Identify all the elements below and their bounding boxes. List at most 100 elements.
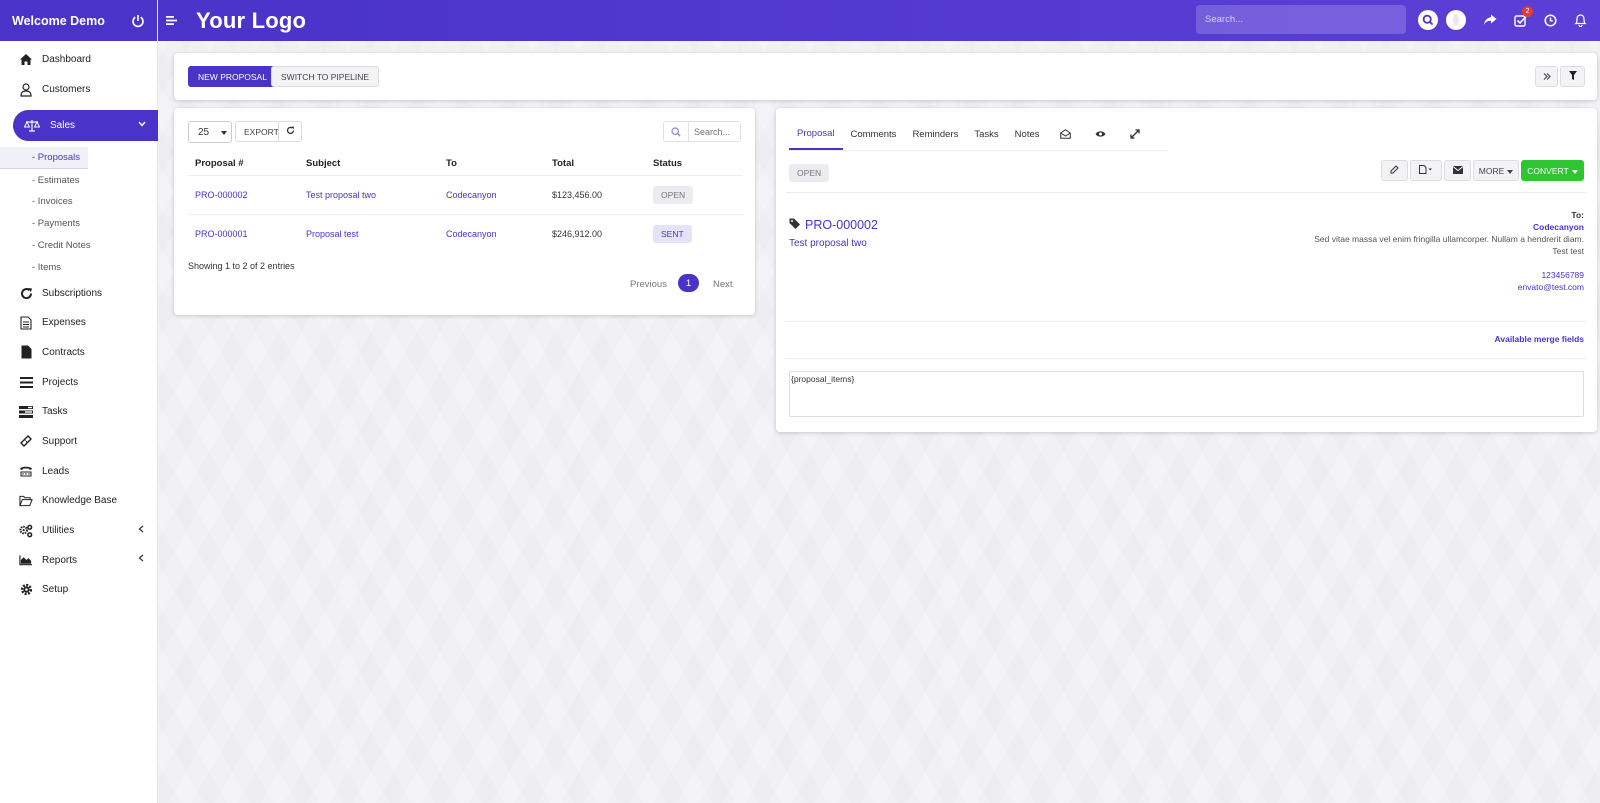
- available-merge-fields-link[interactable]: Available merge fields: [1495, 334, 1584, 344]
- tabs-divider: [789, 150, 1168, 151]
- sidebar-item-subscriptions[interactable]: Subscriptions: [0, 278, 157, 308]
- proposal-status-badge: OPEN: [789, 164, 830, 182]
- proposal-customer-link[interactable]: Codecanyon: [446, 190, 497, 200]
- share-icon[interactable]: [1480, 10, 1500, 30]
- sidebar-item-label: Utilities: [42, 525, 75, 536]
- sidebar-item-expenses[interactable]: Expenses: [0, 308, 157, 338]
- sidebar-subitem-proposals[interactable]: - Proposals: [0, 147, 88, 170]
- more-label: MORE: [1478, 165, 1505, 176]
- pagination-previous[interactable]: Previous: [630, 279, 667, 290]
- tab-comments[interactable]: Comments: [843, 118, 905, 150]
- table-row[interactable]: PRO-000002 Test proposal two Codecanyon …: [188, 174, 743, 214]
- sidebar-item-setup[interactable]: Setup: [0, 575, 157, 605]
- proposal-subject-link[interactable]: Proposal test: [306, 229, 359, 239]
- convert-dropdown-button[interactable]: CONVERT: [1521, 160, 1584, 181]
- caret-down-icon: [221, 127, 227, 138]
- proposals-table: Proposal # Subject To Total Status PRO-0…: [188, 153, 743, 253]
- page-length-value: 25: [198, 126, 210, 138]
- sidebar-subitem-estimates[interactable]: - Estimates: [0, 169, 157, 191]
- status-badge: SENT: [653, 224, 692, 243]
- area-chart-icon: [19, 553, 33, 567]
- send-email-button[interactable]: [1444, 160, 1471, 181]
- menu-toggle-icon[interactable]: [166, 14, 184, 28]
- sidebar-subitem-items[interactable]: - Items: [0, 256, 157, 278]
- sidebar-item-utilities[interactable]: Utilities: [0, 516, 157, 546]
- sidebar-item-label: Customers: [42, 84, 91, 96]
- sidebar-item-reports[interactable]: Reports: [0, 545, 157, 575]
- page-length-select[interactable]: 25: [188, 121, 232, 143]
- tab-notes[interactable]: Notes: [1007, 118, 1048, 150]
- recipient-name[interactable]: Codecanyon: [1314, 222, 1584, 234]
- pagination-next[interactable]: Next: [713, 279, 733, 290]
- tasks-check-icon[interactable]: 2: [1510, 6, 1533, 30]
- filter-button[interactable]: [1560, 66, 1585, 87]
- search-icon[interactable]: [1418, 10, 1438, 30]
- column-header-total[interactable]: Total: [552, 153, 653, 175]
- to-label: To:: [1571, 210, 1584, 220]
- column-header-proposal-number[interactable]: Proposal #: [188, 153, 306, 175]
- power-icon[interactable]: [131, 14, 145, 28]
- balance-scale-icon: [24, 119, 40, 133]
- bell-icon[interactable]: [1570, 10, 1590, 30]
- status-badge: OPEN: [653, 185, 694, 204]
- sidebar-item-label: Expenses: [42, 317, 86, 329]
- recipient-address-line2: Test test: [1552, 245, 1584, 256]
- proposal-recipient: To: Codecanyon Sed vitae massa vel enim …: [1314, 210, 1584, 293]
- tab-proposal[interactable]: Proposal: [789, 118, 843, 150]
- global-search-input[interactable]: [1196, 5, 1406, 34]
- column-header-subject[interactable]: Subject: [306, 153, 446, 175]
- proposal-number-link[interactable]: PRO-000002: [195, 190, 248, 200]
- sidebar-item-projects[interactable]: Projects: [0, 367, 157, 397]
- edit-button[interactable]: [1381, 160, 1408, 181]
- proposal-number: PRO-000002: [805, 218, 878, 232]
- sidebar-item-label: Projects: [42, 376, 79, 388]
- sidebar-item-customers[interactable]: Customers: [0, 75, 157, 105]
- more-dropdown-button[interactable]: MORE: [1473, 160, 1519, 181]
- eye-icon[interactable]: [1083, 118, 1118, 150]
- reload-button[interactable]: [278, 121, 302, 142]
- proposal-subject[interactable]: Test proposal two: [789, 238, 867, 249]
- recipient-phone[interactable]: 123456789: [1314, 270, 1584, 282]
- new-proposal-button[interactable]: NEW PROPOSAL: [188, 66, 277, 87]
- proposal-subject-link[interactable]: Test proposal two: [306, 190, 376, 200]
- logo[interactable]: Your Logo: [196, 8, 306, 34]
- pdf-dropdown-button[interactable]: [1410, 160, 1442, 181]
- column-header-to[interactable]: To: [446, 153, 552, 175]
- sidebar-item-support[interactable]: Support: [0, 427, 157, 457]
- sidebar-item-knowledge-base[interactable]: Knowledge Base: [0, 486, 157, 516]
- pagination-page-1[interactable]: 1: [678, 274, 699, 292]
- section-divider: [786, 358, 1586, 359]
- sidebar-subitem-invoices[interactable]: - Invoices: [0, 191, 157, 213]
- recipient-address: Sed vitae massa vel enim fringilla ullam…: [1314, 233, 1584, 244]
- tab-reminders[interactable]: Reminders: [904, 118, 966, 150]
- switch-to-pipeline-button[interactable]: SWITCH TO PIPELINE: [271, 66, 380, 87]
- sidebar-item-label: Reports: [42, 554, 78, 566]
- avatar[interactable]: [1446, 10, 1466, 30]
- file-text-icon: [19, 316, 33, 330]
- expand-icon[interactable]: [1118, 118, 1152, 150]
- list-search-input[interactable]: [688, 122, 740, 141]
- sidebar-subitem-payments[interactable]: - Payments: [0, 213, 157, 235]
- top-navbar: Your Logo 2: [158, 0, 1600, 41]
- recipient-email[interactable]: envato@test.com: [1314, 282, 1584, 294]
- proposal-content-editor[interactable]: {proposal_items}: [789, 371, 1584, 417]
- table-info-text: Showing 1 to 2 of 2 entries: [188, 261, 295, 271]
- table-row[interactable]: PRO-000001 Proposal test Codecanyon $246…: [188, 213, 743, 253]
- sidebar-subitem-credit-notes[interactable]: - Credit Notes: [0, 235, 157, 257]
- expand-toggle-button[interactable]: [1535, 66, 1558, 87]
- tab-tasks[interactable]: Tasks: [966, 118, 1006, 150]
- sidebar-item-contracts[interactable]: Contracts: [0, 338, 157, 368]
- sidebar-item-tasks[interactable]: Tasks: [0, 397, 157, 427]
- envelope-open-icon[interactable]: [1048, 118, 1083, 150]
- sidebar-item-leads[interactable]: Leads: [0, 456, 157, 486]
- proposal-customer-link[interactable]: Codecanyon: [446, 229, 497, 239]
- convert-label: CONVERT: [1527, 165, 1569, 176]
- sidebar-item-sales[interactable]: Sales: [13, 110, 158, 142]
- proposal-number-link[interactable]: PRO-000001: [195, 229, 248, 239]
- sidebar-item-label: Contracts: [42, 346, 85, 358]
- clock-icon[interactable]: [1540, 10, 1560, 30]
- column-header-status[interactable]: Status: [653, 153, 743, 175]
- sidebar-item-label: Support: [42, 435, 78, 447]
- sidebar: Welcome Demo Dashboard Customers Sales -…: [0, 0, 158, 803]
- sidebar-item-dashboard[interactable]: Dashboard: [0, 45, 157, 75]
